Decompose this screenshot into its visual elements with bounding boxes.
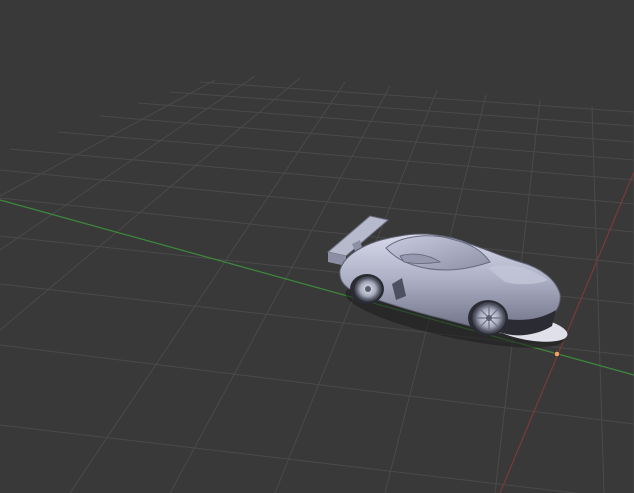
object-origin-marker[interactable]	[553, 350, 561, 358]
sports-car-model[interactable]	[326, 215, 569, 361]
3d-viewport[interactable]	[0, 0, 634, 493]
rear-wheel	[350, 274, 384, 304]
viewport-canvas[interactable]	[0, 0, 634, 493]
front-wheel	[468, 300, 508, 336]
